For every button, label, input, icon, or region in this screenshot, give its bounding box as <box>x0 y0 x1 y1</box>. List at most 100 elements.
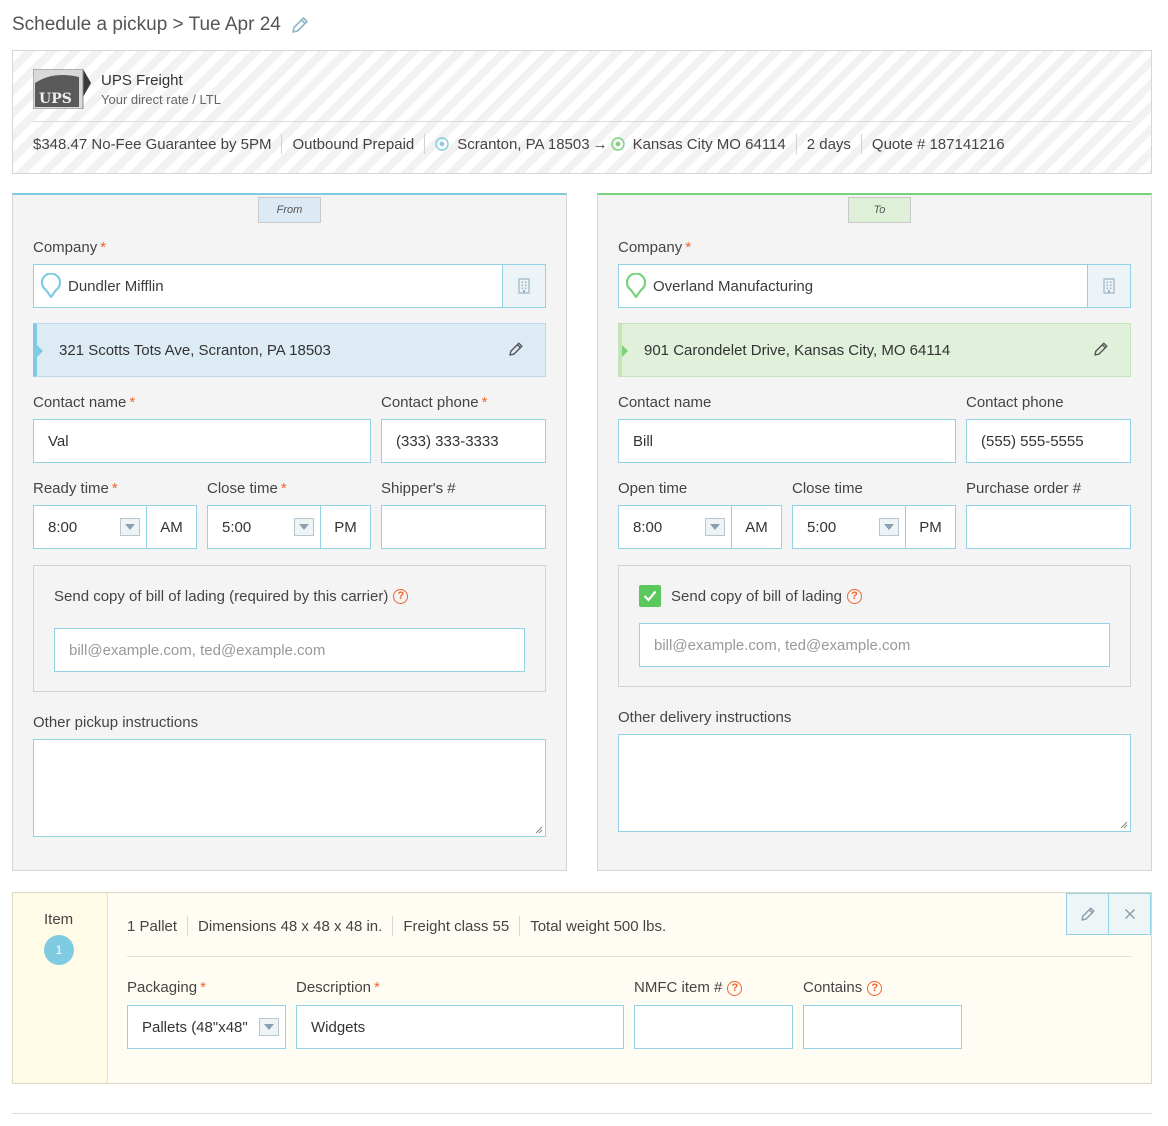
item-dimensions: Dimensions 48 x 48 x 48 in. <box>198 917 383 935</box>
ready-time-ampm[interactable]: AM <box>146 506 196 548</box>
shippers-number-input[interactable] <box>381 505 546 549</box>
transit-time: 2 days <box>806 135 851 153</box>
carrier-logo: UPS <box>32 68 93 110</box>
contains-input[interactable] <box>803 1005 962 1049</box>
ready-time-label: Ready time * <box>33 480 118 497</box>
pencil-icon[interactable] <box>289 14 311 36</box>
building-button[interactable] <box>1087 265 1130 307</box>
bill-of-lading-label: Send copy of bill of lading (required by… <box>54 588 409 605</box>
origin-location: Scranton, PA 18503 <box>457 135 590 153</box>
company-field[interactable]: Dundler Mifflin <box>33 264 546 308</box>
contact-name-input[interactable]: Val <box>33 419 371 463</box>
divider <box>33 121 1131 122</box>
delivery-instructions-textarea[interactable] <box>618 734 1131 832</box>
close-time-label: Close time * <box>207 480 287 497</box>
open-time-label: Open time <box>618 480 688 497</box>
packaging-select[interactable]: Pallets (48"x48" <box>127 1005 286 1049</box>
delivery-instructions-label: Other delivery instructions <box>618 709 792 726</box>
bill-of-lading-box: Send copy of bill of lading (required by… <box>33 565 546 692</box>
company-label: Company * <box>33 239 107 256</box>
description-input[interactable]: Widgets <box>296 1005 624 1049</box>
destination-location: Kansas City MO 64114 <box>632 135 786 153</box>
nmfc-input[interactable] <box>634 1005 793 1049</box>
price-guarantee: $348.47 No-Fee Guarantee by 5PM <box>33 135 272 153</box>
chevron-down-icon[interactable] <box>259 1018 279 1036</box>
purchase-order-input[interactable] <box>966 505 1131 549</box>
page-title-text: Schedule a pickup > Tue Apr 24 <box>12 14 281 35</box>
pencil-icon <box>1080 907 1094 921</box>
company-value: Overland Manufacturing <box>653 277 814 295</box>
description-label: Description * <box>296 979 380 996</box>
pencil-icon[interactable] <box>507 340 525 358</box>
building-button[interactable] <box>502 265 545 307</box>
bill-of-lading-email-input[interactable]: bill@example.com, ted@example.com <box>54 628 525 672</box>
company-value: Dundler Mifflin <box>68 277 164 295</box>
nmfc-label: NMFC item #? <box>634 979 743 996</box>
triangle-marker <box>37 345 43 357</box>
separator <box>519 916 521 936</box>
close-time-select[interactable]: 5:00 PM <box>792 505 956 549</box>
contact-name-label: Contact name <box>618 394 712 411</box>
chevron-down-icon[interactable] <box>294 518 314 536</box>
required-asterisk: * <box>129 394 136 411</box>
contains-label: Contains? <box>803 979 883 996</box>
checkbox-checked[interactable] <box>639 585 661 607</box>
edit-item-button[interactable] <box>1066 893 1109 935</box>
resize-grip-icon[interactable] <box>535 826 543 834</box>
contact-name-input[interactable]: Bill <box>618 419 956 463</box>
ready-time-select[interactable]: 8:00 AM <box>33 505 197 549</box>
item-freight-class: Freight class 55 <box>403 917 510 935</box>
address-bar[interactable]: 901 Carondelet Drive, Kansas City, MO 64… <box>618 323 1131 377</box>
open-time-select[interactable]: 8:00 AM <box>618 505 782 549</box>
help-icon[interactable]: ? <box>727 981 743 996</box>
purchase-order-label: Purchase order # <box>966 480 1082 497</box>
separator <box>187 916 189 936</box>
bill-of-lading-email-input[interactable]: bill@example.com, ted@example.com <box>639 623 1110 667</box>
help-icon[interactable]: ? <box>846 588 862 604</box>
remove-item-button[interactable] <box>1108 893 1151 935</box>
resize-grip-icon[interactable] <box>1120 821 1128 829</box>
help-icon[interactable]: ? <box>867 981 883 996</box>
item-actions <box>1066 893 1151 935</box>
location-pin-icon <box>625 273 647 299</box>
from-panel: From Company * Dundler Mifflin 321 Scotts… <box>12 193 567 871</box>
to-tab: To <box>848 197 911 223</box>
chevron-down-icon[interactable] <box>705 518 725 536</box>
shippers-number-label: Shipper's # <box>381 480 456 497</box>
company-field[interactable]: Overland Manufacturing <box>618 264 1131 308</box>
item-quantity: 1 Pallet <box>127 917 178 935</box>
contact-phone-input[interactable]: (333) 333-3333 <box>381 419 546 463</box>
item-panel: Item 1 1 Pallet Dimensions 48 x 48 x 48 … <box>12 892 1152 1084</box>
separator <box>392 916 394 936</box>
carrier-summary-card: UPS UPS Freight Your direct rate / LTL $… <box>12 50 1152 174</box>
origin-dot-icon <box>435 137 449 151</box>
close-time-select[interactable]: 5:00 PM <box>207 505 371 549</box>
pickup-instructions-label: Other pickup instructions <box>33 714 199 731</box>
required-asterisk: * <box>374 979 380 996</box>
bill-of-lading-box: Send copy of bill of lading? bill@exampl… <box>618 565 1131 687</box>
open-time-ampm[interactable]: AM <box>731 506 781 548</box>
help-icon[interactable]: ? <box>393 589 409 604</box>
quote-number: Quote # 187141216 <box>871 135 1005 153</box>
pickup-instructions-textarea[interactable] <box>33 739 546 837</box>
item-summary: 1 Pallet Dimensions 48 x 48 x 48 in. Fre… <box>127 915 666 937</box>
contact-name-label: Contact name * <box>33 394 136 411</box>
item-total-weight: Total weight 500 lbs. <box>530 917 667 935</box>
building-icon <box>1103 278 1115 294</box>
required-asterisk: * <box>280 480 287 497</box>
contact-phone-input[interactable]: (555) 555-5555 <box>966 419 1131 463</box>
close-time-ampm[interactable]: PM <box>320 506 370 548</box>
address-text: 901 Carondelet Drive, Kansas City, MO 64… <box>644 341 951 359</box>
required-asterisk: * <box>481 394 488 411</box>
required-asterisk: * <box>111 480 118 497</box>
contact-phone-label: Contact phone * <box>381 394 488 411</box>
address-bar[interactable]: 321 Scotts Tots Ave, Scranton, PA 18503 <box>33 323 546 377</box>
pencil-icon[interactable] <box>1092 340 1110 358</box>
to-panel: To Company * Overland Manufacturing 901 C… <box>597 193 1152 871</box>
payment-terms: Outbound Prepaid <box>292 135 415 153</box>
chevron-down-icon[interactable] <box>879 518 899 536</box>
page-title: Schedule a pickup > Tue Apr 24 <box>12 12 311 38</box>
chevron-down-icon[interactable] <box>120 518 140 536</box>
svg-text:UPS: UPS <box>39 91 72 107</box>
close-time-ampm[interactable]: PM <box>905 506 955 548</box>
